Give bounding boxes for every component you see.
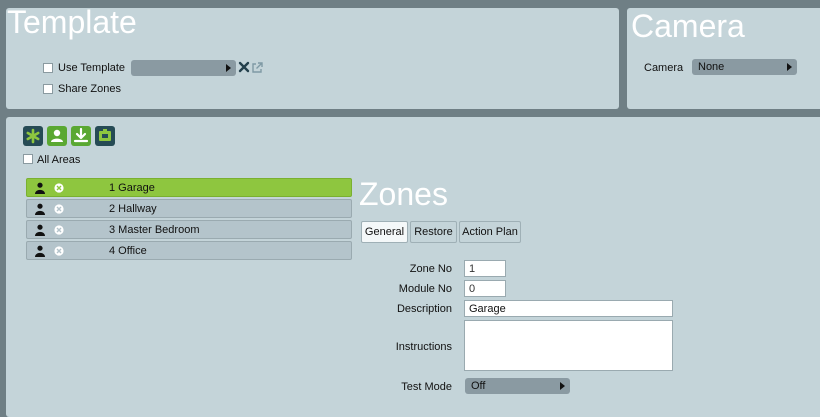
add-icon (26, 128, 40, 144)
dropdown-arrow-icon (560, 382, 565, 390)
bypass-icon[interactable] (54, 183, 64, 193)
module-no-field[interactable] (464, 280, 506, 297)
add-zone-button[interactable] (23, 126, 43, 146)
description-label: Description (396, 303, 452, 315)
download-icon (73, 127, 89, 143)
tab-restore[interactable]: Restore (410, 221, 457, 243)
share-zones-label: Share Zones (58, 83, 121, 95)
zones-title: Zones (359, 176, 448, 212)
use-template-label: Use Template (58, 62, 126, 74)
external-link-icon[interactable] (251, 61, 264, 74)
instructions-field[interactable] (464, 320, 673, 371)
module-button[interactable] (95, 126, 115, 146)
template-title: Template (7, 4, 137, 40)
tab-general[interactable]: General (361, 221, 408, 243)
bypass-icon[interactable] (54, 225, 64, 235)
user-icon (51, 129, 63, 142)
template-select[interactable] (131, 60, 236, 76)
test-mode-select[interactable]: Off (465, 378, 570, 394)
zone-label: 4 Office (109, 245, 147, 257)
bypass-icon[interactable] (54, 246, 64, 256)
zone-label: 3 Master Bedroom (109, 224, 200, 236)
camera-title: Camera (631, 8, 745, 44)
add-user-button[interactable] (47, 126, 67, 146)
person-icon (34, 224, 46, 239)
zone-list-item[interactable]: 1 Garage (26, 178, 352, 197)
zone-list-item[interactable]: 3 Master Bedroom (26, 220, 352, 239)
zone-label: 1 Garage (109, 182, 155, 194)
bypass-icon[interactable] (54, 204, 64, 214)
instructions-label: Instructions (395, 341, 452, 353)
description-field[interactable] (464, 300, 673, 317)
zone-no-label: Zone No (409, 263, 452, 275)
person-icon (34, 182, 46, 197)
camera-select[interactable]: None (692, 59, 797, 75)
all-areas-checkbox[interactable] (23, 154, 33, 164)
share-zones-checkbox[interactable] (43, 84, 53, 94)
module-no-label: Module No (398, 283, 452, 295)
test-mode-label: Test Mode (401, 381, 452, 393)
person-icon (34, 245, 46, 260)
dropdown-arrow-icon (226, 64, 231, 72)
tab-action-plan[interactable]: Action Plan (459, 221, 521, 243)
camera-select-value: None (698, 61, 725, 73)
use-template-checkbox[interactable] (43, 63, 53, 73)
camera-label: Camera (644, 62, 684, 74)
zone-label: 2 Hallway (109, 203, 157, 215)
test-mode-value: Off (471, 380, 486, 392)
zone-list-item[interactable]: 4 Office (26, 241, 352, 260)
module-icon (99, 129, 111, 141)
zone-list-item[interactable]: 2 Hallway (26, 199, 352, 218)
dropdown-arrow-icon (787, 63, 792, 71)
person-icon (34, 203, 46, 218)
clear-icon[interactable] (238, 60, 250, 74)
download-button[interactable] (71, 126, 91, 146)
all-areas-label: All Areas (37, 154, 81, 166)
zone-no-field[interactable] (464, 260, 506, 277)
